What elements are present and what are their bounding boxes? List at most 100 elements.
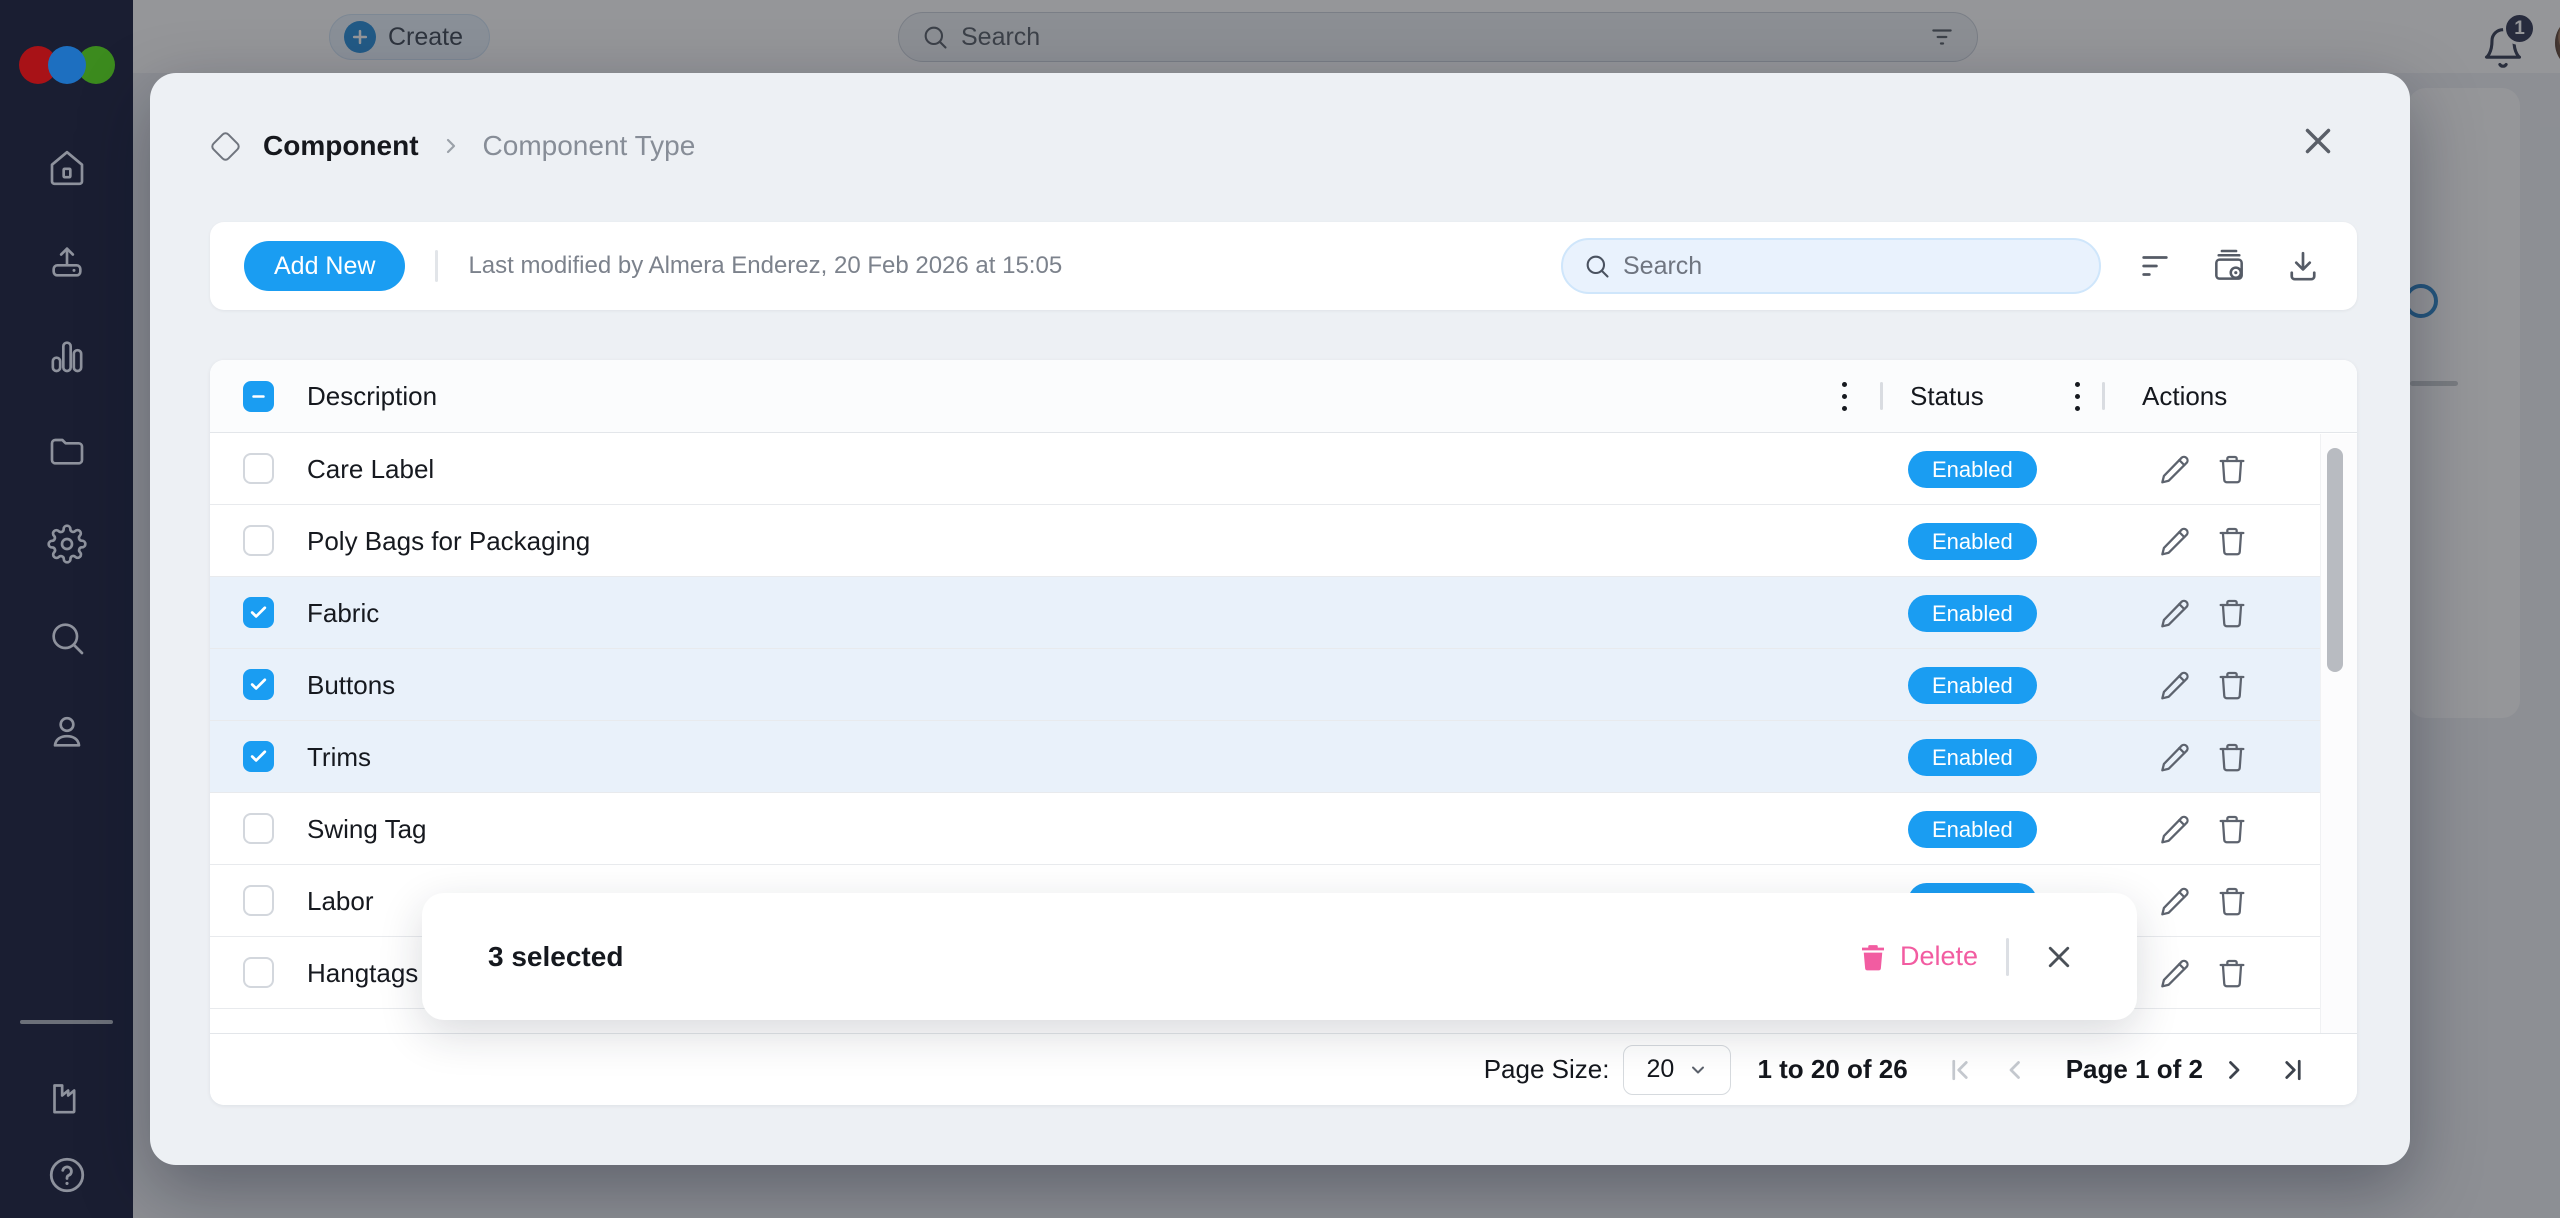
page-size-label: Page Size: [1483,1054,1610,1084]
sidebar-item-home[interactable] [20,121,114,215]
table-row[interactable]: Fabric Enabled [210,577,2357,649]
page-indicator: Page 1 of 2 [2065,1054,2203,1084]
toolbar-divider [435,250,439,282]
edit-button[interactable] [2157,451,2193,487]
gear-icon [46,524,87,564]
sidebar-item-settings[interactable] [20,497,114,591]
delete-button[interactable] [2214,451,2250,487]
row-description: Trims [307,742,372,772]
delete-button[interactable] [2214,739,2250,775]
edit-button[interactable] [2157,811,2193,847]
status-column-menu[interactable] [2059,378,2095,414]
sidebar-item-profile[interactable] [20,685,114,779]
search-icon [1583,252,1611,280]
edit-button[interactable] [2157,595,2193,631]
edit-button[interactable] [2157,739,2193,775]
first-page-button[interactable] [1942,1052,1978,1088]
help-icon [46,1154,88,1196]
scrollbar-thumb[interactable] [2327,448,2343,672]
row-checkbox[interactable] [243,525,274,556]
scrollbar[interactable] [2320,434,2357,1033]
status-badge: Enabled [1908,739,2037,776]
pencil-icon [2159,597,2191,629]
modal-search[interactable] [1561,238,2101,294]
screen: Create 1 [0,0,2560,1218]
edit-button[interactable] [2157,523,2193,559]
row-checkbox[interactable] [243,669,274,700]
row-checkbox[interactable] [243,813,274,844]
trash-icon [2216,813,2248,845]
folder-icon [47,430,87,470]
app-logo[interactable] [18,46,115,84]
table-row[interactable]: Poly Bags for Packaging Enabled [210,505,2357,577]
select-all-checkbox[interactable] [243,381,274,412]
page-size-select[interactable]: 20 [1623,1044,1732,1095]
delete-button[interactable] [2214,595,2250,631]
row-checkbox[interactable] [243,957,274,988]
audit-log-button[interactable] [2209,246,2249,286]
row-checkbox[interactable] [243,741,274,772]
chevron-left-icon [2001,1055,2031,1085]
sidebar-item-factory[interactable] [20,1063,114,1133]
selection-bar: 3 selected Delete [422,893,2137,1020]
chevron-down-icon [1688,1060,1708,1080]
row-description: Hangtags [307,958,419,988]
download-button[interactable] [2283,246,2323,286]
trash-icon [2216,525,2248,557]
delete-button[interactable] [2214,811,2250,847]
column-header-actions: Actions [2142,381,2228,411]
status-badge: Enabled [1908,451,2037,488]
prev-page-button[interactable] [1998,1052,2034,1088]
sidebar-item-analytics[interactable] [20,309,114,403]
edit-button[interactable] [2157,955,2193,991]
delete-button[interactable] [2214,667,2250,703]
column-header-status[interactable]: Status [1910,360,1984,433]
trash-icon [1858,942,1888,972]
filter-icon [2138,249,2172,283]
close-icon [2300,123,2336,159]
last-page-icon [2278,1055,2308,1085]
component-icon [209,129,242,163]
pencil-icon [2159,669,2191,701]
clear-selection-button[interactable] [2037,935,2081,979]
table-row[interactable]: Buttons Enabled [210,649,2357,721]
status-badge: Enabled [1908,667,2037,704]
row-checkbox[interactable] [243,885,274,916]
description-column-menu[interactable] [1826,378,1862,414]
column-header-description[interactable]: Description [307,360,437,433]
modal: Component Component Type Add New Last mo… [150,73,2410,1165]
breadcrumb-current: Component Type [482,130,696,161]
delete-selected-button[interactable]: Delete [1858,941,1978,972]
pencil-icon [2159,741,2191,773]
pencil-icon [2159,813,2191,845]
breadcrumb-root[interactable]: Component [263,130,419,162]
edit-button[interactable] [2157,883,2193,919]
table-row[interactable]: Care Label Enabled [210,433,2357,505]
table-row[interactable]: Swing Tag Enabled [210,793,2357,865]
delete-button[interactable] [2214,955,2250,991]
delete-button[interactable] [2214,523,2250,559]
last-page-button[interactable] [2275,1052,2311,1088]
filter-button[interactable] [2135,246,2175,286]
sidebar-item-upload[interactable] [20,215,114,309]
first-page-icon [1945,1055,1975,1085]
modal-search-input[interactable] [1623,251,2079,281]
table-footer: Page Size: 20 1 to 20 of 26 Page 1 of 2 [210,1033,2357,1105]
sidebar-item-search[interactable] [20,591,114,685]
row-checkbox[interactable] [243,453,274,484]
table-row[interactable]: Trims Enabled [210,721,2357,793]
row-description: Fabric [307,598,380,628]
next-page-button[interactable] [2215,1052,2251,1088]
pencil-icon [2159,525,2191,557]
status-badge: Enabled [1908,811,2037,848]
add-new-button[interactable]: Add New [244,241,406,291]
sidebar-item-folders[interactable] [20,403,114,497]
search-icon [47,618,87,658]
trash-icon [2216,741,2248,773]
bar-chart-icon [47,336,87,376]
row-checkbox[interactable] [243,597,274,628]
sidebar-item-help[interactable] [20,1140,114,1210]
edit-button[interactable] [2157,667,2193,703]
modal-close-button[interactable] [2292,115,2344,167]
delete-button[interactable] [2214,883,2250,919]
